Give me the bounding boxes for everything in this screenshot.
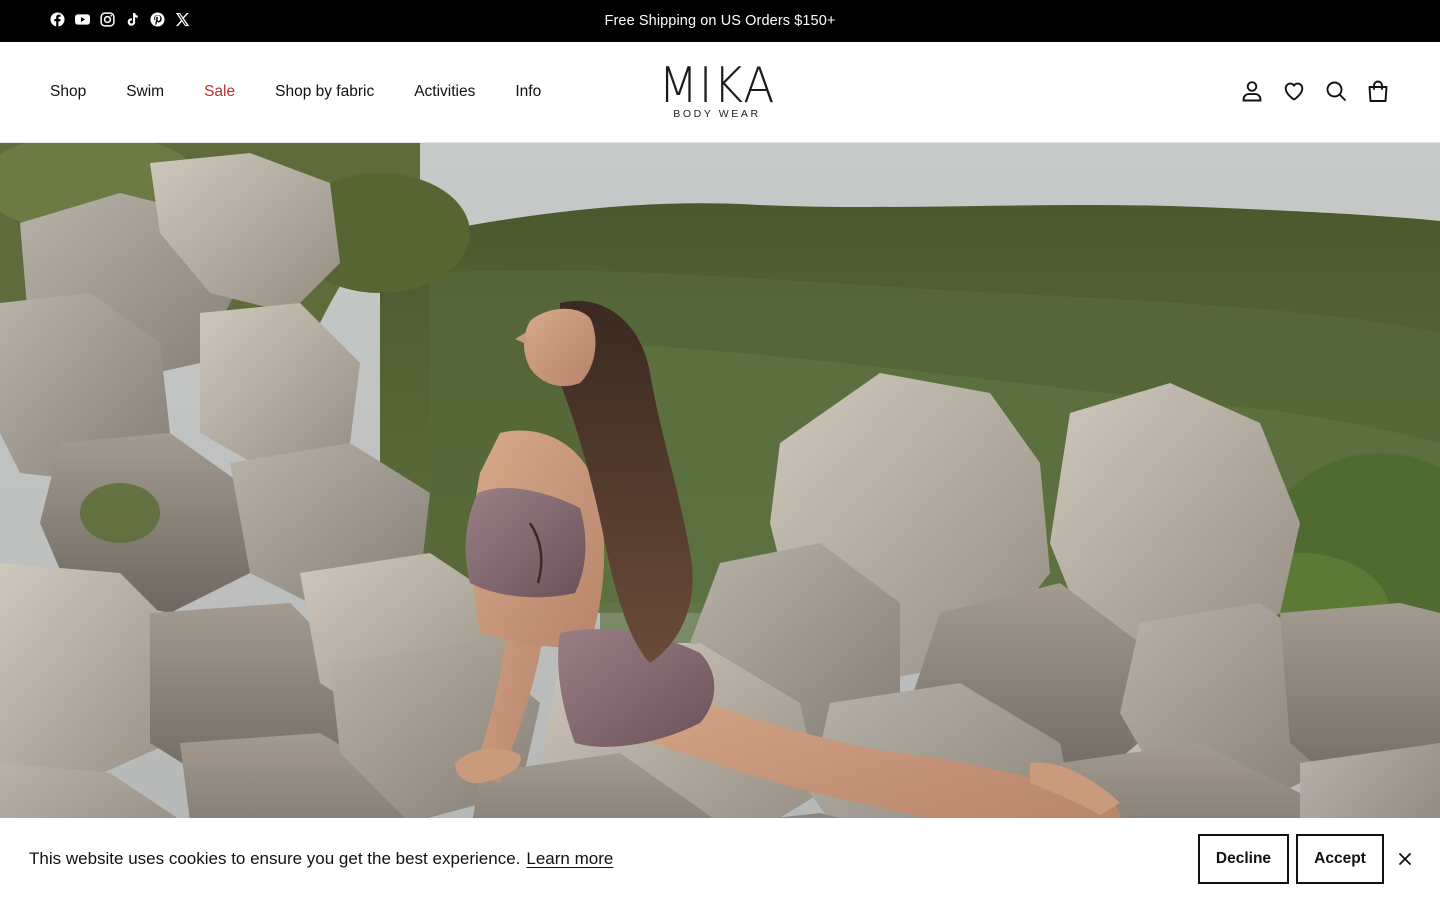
cookie-banner: This website uses cookies to ensure you …	[0, 818, 1440, 900]
search-icon[interactable]	[1324, 78, 1348, 104]
site-header: Shop Swim Sale Shop by fabric Activities…	[0, 42, 1440, 143]
hero-photo-illustration	[0, 143, 1440, 900]
announcement-bar: Free Shipping on US Orders $150+	[0, 0, 1440, 42]
cart-bag-icon[interactable]	[1366, 78, 1390, 104]
close-icon[interactable]	[1396, 850, 1414, 868]
accept-button[interactable]: Accept	[1296, 834, 1384, 884]
wishlist-heart-icon[interactable]	[1282, 78, 1306, 104]
learn-more-link[interactable]: Learn more	[526, 849, 613, 868]
nav-swim[interactable]: Swim	[126, 83, 164, 101]
header-icons	[1240, 78, 1390, 104]
account-icon[interactable]	[1240, 78, 1264, 104]
nav-info[interactable]: Info	[515, 83, 541, 101]
nav-activities[interactable]: Activities	[414, 83, 475, 101]
nav-shop[interactable]: Shop	[50, 83, 86, 101]
nav-shop-by-fabric[interactable]: Shop by fabric	[275, 83, 374, 101]
main-nav: Shop Swim Sale Shop by fabric Activities…	[50, 42, 581, 142]
hero-image[interactable]	[0, 143, 1440, 900]
cookie-message: This website uses cookies to ensure you …	[29, 818, 613, 900]
announcement-text[interactable]: Free Shipping on US Orders $150+	[0, 0, 1440, 42]
brand-logo[interactable]: MIKA BODY WEAR	[646, 57, 788, 120]
decline-button[interactable]: Decline	[1198, 834, 1289, 884]
logo-wordmark: MIKA	[658, 57, 776, 114]
cookie-text: This website uses cookies to ensure you …	[29, 849, 521, 868]
nav-sale[interactable]: Sale	[204, 83, 235, 101]
